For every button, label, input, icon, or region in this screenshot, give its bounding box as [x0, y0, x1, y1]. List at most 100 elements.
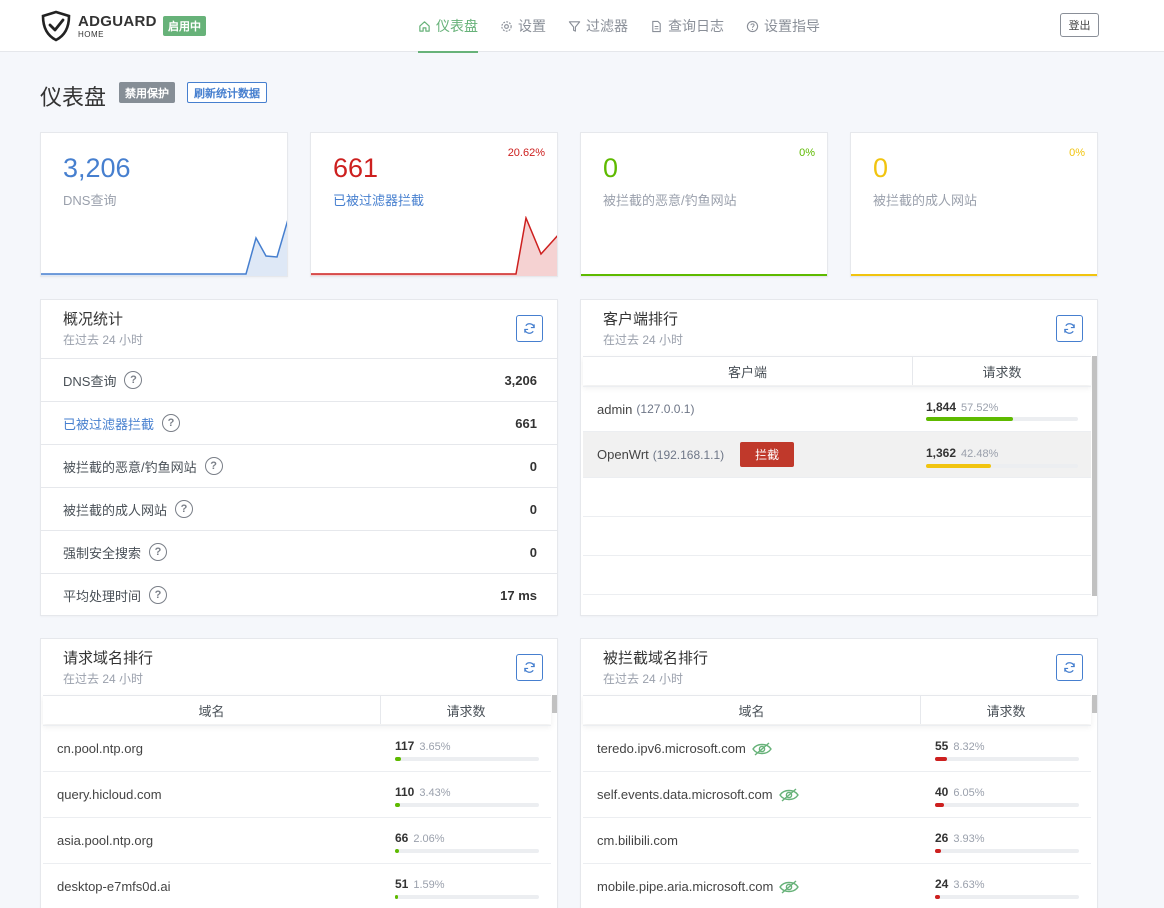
table-row[interactable]: mobile.pipe.aria.microsoft.com 24 3.63% [583, 863, 1091, 908]
refresh-icon [1064, 323, 1075, 334]
progress-track [935, 757, 1079, 761]
column-header-client[interactable]: 客户端 [583, 357, 913, 385]
stat-baseline [581, 274, 827, 276]
request-count: 55 [935, 739, 949, 753]
help-icon[interactable]: ? [162, 414, 181, 432]
stat-value: 661 [333, 153, 379, 183]
progress-fill [395, 895, 398, 899]
client-ip: (192.168.1.1) [652, 447, 725, 462]
column-header-domain[interactable]: 域名 [43, 696, 381, 724]
gear-icon [501, 20, 512, 32]
stat-card-malware-phishing: 0 被拦截的恶意/钓鱼网站 0% [580, 132, 828, 277]
nav-item-filters[interactable]: 过滤器 [568, 0, 628, 52]
help-icon[interactable]: ? [124, 371, 143, 389]
top-header: ADGUARD HOME 启用中 仪表盘 设置 过滤器 查询日志 设置指导 登出 [0, 0, 1164, 53]
stat-label: 被拦截的成人网站 [873, 193, 978, 208]
nav-item-query-log[interactable]: 查询日志 [650, 0, 724, 52]
table-row[interactable]: asia.pool.ntp.org 66 2.06% [43, 817, 551, 863]
help-icon[interactable]: ? [149, 586, 168, 604]
table-row[interactable]: query.hicloud.com 110 3.43% [43, 771, 551, 817]
progress-track [935, 803, 1079, 807]
table-row[interactable]: OpenWrt (192.168.1.1) 拦截 1,362 42.48% [583, 431, 1091, 477]
progress-track [395, 849, 539, 853]
scrollbar[interactable] [1092, 356, 1097, 596]
nav-item-setup-guide[interactable]: 设置指导 [746, 0, 820, 52]
progress-fill [935, 803, 944, 807]
main-nav: 仪表盘 设置 过滤器 查询日志 设置指导 [418, 0, 842, 53]
table-row[interactable]: admin (127.0.0.1) 1,844 57.52% [583, 386, 1091, 431]
help-icon[interactable]: ? [175, 500, 194, 518]
help-icon[interactable]: ? [149, 543, 168, 561]
progress-track [395, 803, 539, 807]
empty-row [583, 516, 1091, 555]
summary-value: 3,206 [504, 372, 537, 388]
disable-protection-button[interactable]: 禁用保护 [119, 82, 175, 103]
domain-name: desktop-e7mfs0d.ai [57, 879, 171, 894]
progress-fill [395, 803, 401, 807]
progress-track [395, 757, 539, 761]
request-percent: 42.48% [961, 448, 999, 460]
summary-panel: 概况统计 在过去 24 小时 DNS查询? 3,206 已被过滤器拦截? 661… [40, 299, 558, 616]
request-percent: 3.93% [953, 833, 985, 845]
nav-label: 仪表盘 [436, 18, 478, 34]
summary-value: 0 [529, 501, 537, 517]
summary-row: 被拦截的成人网站? 0 [41, 487, 557, 530]
nav-label: 设置指导 [764, 18, 820, 34]
nav-label: 设置 [518, 18, 546, 34]
client-name: admin [597, 401, 633, 417]
summary-row: DNS查询? 3,206 [41, 358, 557, 401]
nav-item-dashboard[interactable]: 仪表盘 [418, 0, 478, 53]
eye-off-icon[interactable] [779, 879, 800, 895]
request-count: 1,844 [926, 400, 957, 414]
client-name: OpenWrt [597, 447, 649, 462]
panel-title: 客户端排行 [603, 311, 679, 328]
refresh-button[interactable] [1056, 315, 1083, 342]
refresh-button[interactable] [516, 654, 543, 681]
summary-row: 被拦截的恶意/钓鱼网站? 0 [41, 444, 557, 487]
summary-value: 17 ms [500, 587, 537, 603]
request-percent: 2.06% [413, 833, 445, 845]
adguard-logo[interactable]: ADGUARD HOME [40, 10, 157, 42]
panel-title: 被拦截域名排行 [603, 650, 709, 667]
summary-label-link[interactable]: 已被过滤器拦截 [63, 414, 154, 433]
logout-button[interactable]: 登出 [1060, 13, 1099, 37]
top-blocked-domains-panel: 被拦截域名排行 在过去 24 小时 域名 请求数 teredo.ipv6.mic… [580, 638, 1098, 908]
refresh-icon [1064, 662, 1075, 673]
eye-off-icon[interactable] [778, 787, 799, 803]
column-header-count[interactable]: 请求数 [381, 696, 551, 724]
refresh-icon [524, 662, 535, 673]
table-row[interactable]: cm.bilibili.com 26 3.93% [583, 817, 1091, 863]
block-client-button[interactable]: 拦截 [740, 442, 795, 467]
column-header-count[interactable]: 请求数 [921, 696, 1091, 724]
table-row[interactable]: self.events.data.microsoft.com 40 6.05% [583, 771, 1091, 817]
table-row[interactable]: cn.pool.ntp.org 117 3.65% [43, 725, 551, 771]
request-count: 117 [395, 739, 415, 753]
stat-label: 被拦截的恶意/钓鱼网站 [603, 193, 737, 208]
top-queried-domains-panel: 请求域名排行 在过去 24 小时 域名 请求数 cn.pool.ntp.org … [40, 638, 558, 908]
table-header: 域名 请求数 [43, 695, 551, 724]
column-header-domain[interactable]: 域名 [583, 696, 921, 724]
nav-label: 过滤器 [586, 18, 628, 34]
domain-name: mobile.pipe.aria.microsoft.com [597, 879, 774, 894]
panel-title: 请求域名排行 [63, 650, 154, 667]
eye-off-icon[interactable] [752, 741, 772, 757]
refresh-stats-button[interactable]: 刷新统计数据 [187, 82, 267, 103]
summary-value: 0 [529, 544, 537, 560]
stat-value: 3,206 [63, 153, 131, 183]
column-header-count[interactable]: 请求数 [913, 357, 1091, 385]
table-row[interactable]: desktop-e7mfs0d.ai 51 1.59% [43, 863, 551, 908]
domain-name: self.events.data.microsoft.com [597, 787, 773, 802]
scrollbar[interactable] [552, 695, 557, 713]
stat-label: DNS查询 [63, 193, 117, 208]
nav-item-settings[interactable]: 设置 [500, 0, 546, 52]
panel-title: 概况统计 [63, 311, 124, 328]
stat-percent: 0% [1069, 147, 1085, 159]
scrollbar[interactable] [1092, 695, 1097, 713]
progress-track [395, 895, 539, 899]
refresh-button[interactable] [1056, 654, 1083, 681]
refresh-button[interactable] [516, 315, 543, 342]
help-icon[interactable]: ? [204, 457, 223, 475]
table-row[interactable]: teredo.ipv6.microsoft.com 55 8.32% [583, 725, 1091, 771]
stat-card-adult-sites: 0 被拦截的成人网站 0% [850, 132, 1098, 277]
stat-label-link[interactable]: 已被过滤器拦截 [333, 190, 424, 209]
